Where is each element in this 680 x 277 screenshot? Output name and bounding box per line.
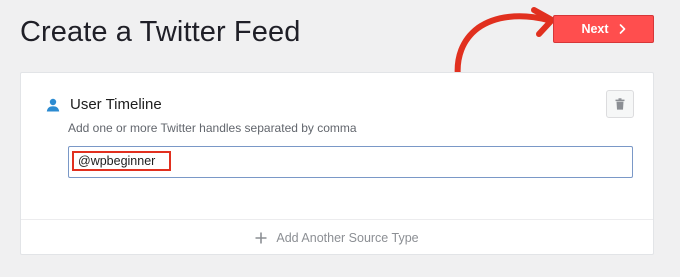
source-header: User Timeline — [46, 96, 162, 113]
source-card: User Timeline Add one or more Twitter ha… — [20, 72, 654, 255]
source-title: User Timeline — [70, 96, 162, 113]
plus-icon — [255, 232, 267, 243]
chevron-right-icon — [619, 24, 626, 34]
handle-value-highlight: @wpbeginner — [72, 151, 171, 171]
helper-text: Add one or more Twitter handles separate… — [68, 121, 357, 135]
add-source-type-button[interactable]: Add Another Source Type — [21, 220, 653, 255]
add-source-type-label: Add Another Source Type — [276, 230, 419, 245]
page-title: Create a Twitter Feed — [20, 16, 301, 48]
delete-source-button[interactable] — [606, 90, 634, 118]
handle-value: @wpbeginner — [78, 154, 156, 168]
trash-icon — [615, 98, 625, 110]
user-icon — [46, 98, 60, 112]
handles-input[interactable]: @wpbeginner — [68, 146, 633, 178]
next-button-label: Next — [581, 22, 609, 36]
next-button[interactable]: Next — [553, 15, 654, 43]
